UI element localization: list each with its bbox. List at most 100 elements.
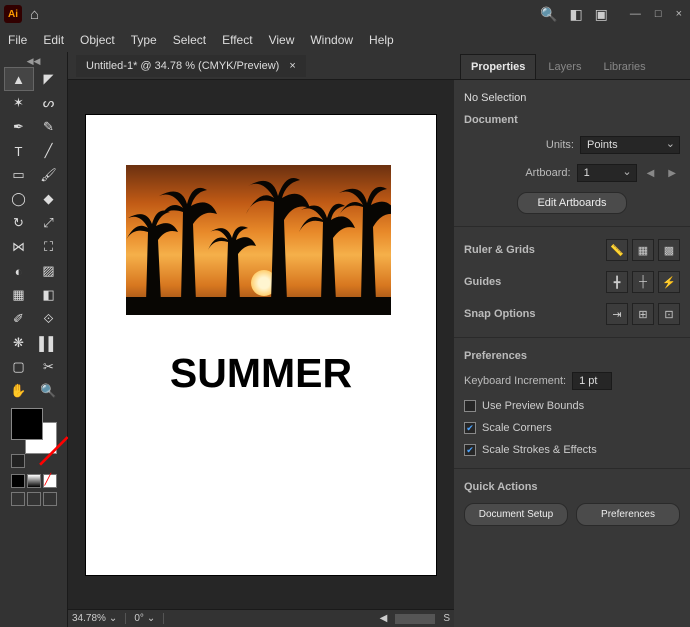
transparency-grid-icon[interactable]: ▩ — [658, 239, 680, 261]
scale-strokes-label: Scale Strokes & Effects — [482, 444, 597, 456]
gradient-tool[interactable]: ◧ — [35, 284, 63, 306]
units-dropdown[interactable]: Points — [580, 136, 680, 154]
selection-tool[interactable]: ▲ — [5, 68, 33, 90]
horizontal-scrollbar[interactable] — [395, 614, 435, 624]
scale-strokes-checkbox[interactable]: ✔ — [464, 444, 476, 456]
eyedropper-tool[interactable]: ✐ — [5, 308, 33, 330]
titlebar: Ai ⌂ 🔍 ◧ ▣ — □ × — [0, 0, 690, 28]
next-artboard-icon[interactable]: ▶ — [664, 168, 680, 179]
arrange-icon[interactable]: ▣ — [595, 6, 608, 23]
document-tab[interactable]: Untitled-1* @ 34.78 % (CMYK/Preview) × — [76, 55, 306, 77]
ruler-icon[interactable]: 📏 — [606, 239, 628, 261]
window-close-button[interactable]: × — [672, 8, 686, 20]
rectangle-tool[interactable]: ▭ — [5, 164, 33, 186]
lasso-tool[interactable]: ᔕ — [35, 92, 63, 114]
pen-tool[interactable]: ✒ — [5, 116, 33, 138]
tool-panel-toggle-icon[interactable]: ◀◀ — [27, 56, 41, 66]
palm-silhouettes — [126, 167, 391, 315]
width-tool[interactable]: ⋈ — [5, 236, 33, 258]
edit-artboards-button[interactable]: Edit Artboards — [517, 192, 627, 214]
scroll-left-icon[interactable]: ◀ — [380, 613, 388, 624]
draw-normal-icon[interactable] — [11, 492, 25, 506]
workspace-icon[interactable]: ◧ — [569, 6, 582, 23]
scale-corners-checkbox[interactable]: ✔ — [464, 422, 476, 434]
swap-fill-stroke-icon[interactable] — [11, 454, 25, 468]
menu-help[interactable]: Help — [369, 33, 394, 47]
canvas-area[interactable]: SUMMER — [68, 80, 454, 609]
menu-file[interactable]: File — [8, 33, 27, 47]
slice-tool[interactable]: ✂ — [35, 356, 63, 378]
tab-properties[interactable]: Properties — [460, 54, 536, 79]
menu-object[interactable]: Object — [80, 33, 115, 47]
smart-guides-icon[interactable]: ⚡ — [658, 271, 680, 293]
document-setup-button[interactable]: Document Setup — [464, 503, 568, 526]
shape-builder-tool[interactable]: ◐ — [5, 260, 33, 282]
none-mode-icon[interactable]: ╱ — [43, 474, 57, 488]
tab-layers[interactable]: Layers — [538, 55, 591, 79]
zoom-dropdown-icon[interactable]: ⌄ — [109, 613, 117, 624]
rotation-dropdown-icon[interactable]: ⌄ — [147, 613, 155, 624]
shaper-tool[interactable]: ◯ — [5, 188, 33, 210]
symbol-sprayer-tool[interactable]: ❋ — [5, 332, 33, 354]
menu-window[interactable]: Window — [310, 33, 353, 47]
artboard-dropdown[interactable]: 1 — [577, 164, 637, 182]
document-tab-bar: Untitled-1* @ 34.78 % (CMYK/Preview) × — [68, 52, 454, 80]
artboard: SUMMER — [86, 115, 436, 575]
free-transform-tool[interactable]: ⛶ — [35, 236, 63, 258]
menu-edit[interactable]: Edit — [43, 33, 64, 47]
direct-selection-tool[interactable]: ◤ — [35, 68, 63, 90]
mesh-tool[interactable]: ▦ — [5, 284, 33, 306]
line-tool[interactable]: ╱ — [35, 140, 63, 162]
preferences-button[interactable]: Preferences — [576, 503, 680, 526]
search-icon[interactable]: 🔍 — [540, 6, 557, 23]
snap-grid-icon[interactable]: ⊞ — [632, 303, 654, 325]
draw-behind-icon[interactable] — [27, 492, 41, 506]
zoom-tool[interactable]: 🔍 — [35, 380, 63, 402]
status-bar: 34.78% ⌄ 0° ⌄ ◀ S — [68, 609, 454, 627]
use-preview-bounds-checkbox[interactable] — [464, 400, 476, 412]
guides-label: Guides — [464, 276, 501, 288]
eraser-tool[interactable]: ◆ — [35, 188, 63, 210]
magic-wand-tool[interactable]: ✶ — [5, 92, 33, 114]
app-logo[interactable]: Ai — [4, 5, 22, 23]
artboard-tool[interactable]: ▢ — [5, 356, 33, 378]
curvature-tool[interactable]: ✎ — [35, 116, 63, 138]
guides-lock-icon[interactable]: ┼ — [632, 271, 654, 293]
snap-pixel-icon[interactable]: ⊡ — [658, 303, 680, 325]
use-preview-bounds-label: Use Preview Bounds — [482, 400, 584, 412]
blend-tool[interactable]: ⟐ — [35, 308, 63, 330]
color-mode-icon[interactable] — [11, 474, 25, 488]
document-tab-close-icon[interactable]: × — [289, 60, 295, 72]
menu-view[interactable]: View — [269, 33, 295, 47]
column-graph-tool[interactable]: ▌▌ — [35, 332, 63, 354]
status-right: S — [443, 613, 450, 624]
menu-type[interactable]: Type — [131, 33, 157, 47]
tab-libraries[interactable]: Libraries — [593, 55, 655, 79]
window-maximize-button[interactable]: □ — [651, 8, 666, 20]
menu-select[interactable]: Select — [173, 33, 206, 47]
properties-panel: Properties Layers Libraries No Selection… — [454, 52, 690, 627]
grid-icon[interactable]: ▦ — [632, 239, 654, 261]
paintbrush-tool[interactable]: 🖌 — [35, 164, 63, 186]
prev-artboard-icon[interactable]: ◀ — [643, 168, 659, 179]
zoom-level[interactable]: 34.78% — [72, 613, 106, 624]
gradient-mode-icon[interactable] — [27, 474, 41, 488]
keyboard-increment-input[interactable]: 1 pt — [572, 372, 612, 390]
hand-tool[interactable]: ✋ — [5, 380, 33, 402]
fill-swatch[interactable] — [11, 408, 43, 440]
guides-toggle-icon[interactable]: ╋ — [606, 271, 628, 293]
rotation-value[interactable]: 0° — [134, 613, 144, 624]
document-section-header: Document — [464, 114, 680, 126]
window-minimize-button[interactable]: — — [626, 8, 645, 20]
menu-effect[interactable]: Effect — [222, 33, 252, 47]
snap-point-icon[interactable]: ⇥ — [606, 303, 628, 325]
menubar: File Edit Object Type Select Effect View… — [0, 28, 690, 52]
perspective-tool[interactable]: ▨ — [35, 260, 63, 282]
fill-stroke-swatch[interactable] — [7, 408, 61, 454]
draw-inside-icon[interactable] — [43, 492, 57, 506]
home-icon[interactable]: ⌂ — [30, 6, 39, 23]
rotate-tool[interactable]: ↻ — [5, 212, 33, 234]
type-tool[interactable]: T — [5, 140, 33, 162]
snap-options-label: Snap Options — [464, 308, 536, 320]
scale-tool[interactable]: ⤢ — [35, 212, 63, 234]
